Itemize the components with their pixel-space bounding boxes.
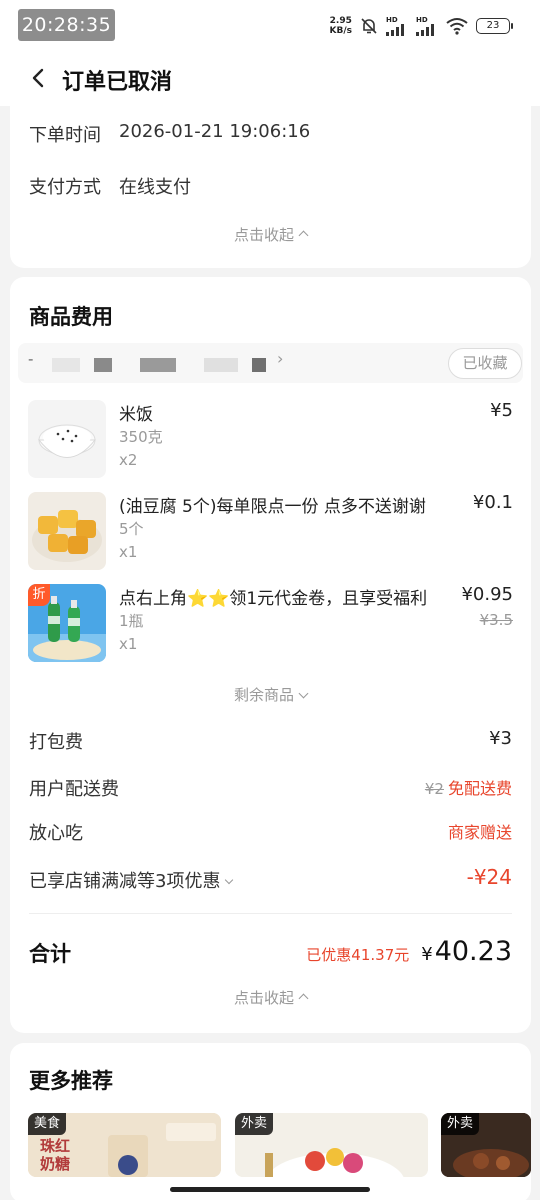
promo-summary[interactable]: 已享店铺满减等3项优惠: [29, 867, 234, 893]
mute-bell-icon: [361, 18, 377, 34]
recommend-item[interactable]: 美食 珠红奶糖: [28, 1113, 221, 1177]
delivery-fee-label: 用户配送费: [29, 779, 119, 800]
item-price: ¥5: [490, 400, 513, 421]
divider: [29, 913, 512, 914]
redacted-block: [140, 358, 176, 372]
recommend-item[interactable]: 外卖: [441, 1113, 531, 1177]
collapse-label: 点击收起: [233, 989, 294, 1007]
signal-1: HD: [386, 16, 408, 36]
item-spec: 350克: [119, 428, 163, 446]
promo-summary-label: 已享店铺满减等3项优惠: [29, 871, 221, 892]
shop-bar[interactable]: - › 已收藏: [18, 343, 523, 383]
item-qty: x1: [119, 543, 138, 561]
hd-label: HD: [386, 16, 398, 24]
delivery-fee-value: 免配送费: [447, 779, 512, 798]
back-arrow-icon[interactable]: [28, 67, 50, 89]
packing-fee-label: 打包费: [29, 732, 83, 753]
item-qty: x1: [119, 635, 138, 653]
safe-eat-label: 放心吃: [29, 823, 83, 844]
item-spec: 1瓶: [119, 612, 144, 630]
status-bar: 20:28:35 2.95 KB/s HD HD 23: [0, 0, 540, 50]
goods-card: 商品费用 - › 已收藏 米饭 350克 x2 ¥5 (油豆腐 5个)每单限点一…: [10, 277, 531, 1033]
status-time: 20:28:35: [18, 9, 115, 41]
recommend-item[interactable]: 外卖: [235, 1113, 428, 1177]
rice-image: [28, 400, 106, 478]
category-tag: 外卖: [441, 1113, 480, 1135]
network-speed-unit: KB/s: [329, 26, 352, 36]
shop-prefix: -: [28, 350, 34, 368]
favorited-button[interactable]: 已收藏: [448, 348, 522, 379]
currency-symbol: ¥: [421, 944, 433, 965]
total-value: 40.23: [434, 936, 512, 967]
payment-method-value: 在线支付: [119, 177, 191, 198]
tofu-image: [28, 492, 106, 570]
signal-bars-icon: [416, 24, 434, 36]
item-qty: x2: [119, 451, 138, 469]
chevron-up-icon: [298, 230, 309, 241]
delivery-fee: ¥2 免配送费: [425, 775, 512, 799]
category-tag: 外卖: [235, 1113, 274, 1135]
delivery-fee-original: ¥2: [424, 780, 444, 798]
order-info-card: 下单时间 2026-01-21 19:06:16 支付方式 在线支付 点击收起: [10, 98, 531, 268]
item-price: ¥0.95: [461, 584, 513, 605]
collapse-toggle[interactable]: 点击收起: [10, 224, 531, 245]
network-speed: 2.95 KB/s: [330, 16, 352, 36]
battery-icon: 23: [476, 18, 513, 34]
order-time-value: 2026-01-21 19:06:16: [119, 121, 311, 142]
order-time-label: 下单时间: [29, 125, 101, 146]
soda-image: 折: [28, 584, 106, 662]
more-items-label: 剩余商品: [233, 686, 294, 704]
item-name: 点右上角⭐⭐领1元代金卷，且享受福利: [119, 589, 428, 609]
shop-name-redacted: - ›: [28, 349, 298, 373]
list-item[interactable]: 米饭 350克 x2 ¥5: [28, 400, 513, 478]
item-spec: 5个: [119, 520, 144, 538]
safe-eat-value: 商家赠送: [447, 823, 512, 842]
more-items-toggle[interactable]: 剩余商品: [10, 684, 531, 705]
chevron-down-icon: [225, 875, 234, 885]
status-icons: 2.95 KB/s HD HD 23: [330, 14, 513, 38]
promo-value: -¥24: [466, 865, 512, 889]
recommend-title: 更多推荐: [29, 1069, 113, 1093]
packing-fee-value: ¥3: [489, 728, 512, 749]
item-name: (油豆腐 5个)每单限点一份 点多不送谢谢: [119, 497, 426, 517]
network-speed-value: 2.95: [329, 16, 352, 26]
saved-amount: 已优惠41.37元: [306, 946, 410, 964]
page-title: 订单已取消: [62, 70, 173, 95]
chevron-up-icon: [298, 993, 309, 1004]
category-tag: 美食: [28, 1113, 67, 1135]
item-name: 米饭: [119, 405, 153, 425]
redacted-block: [94, 358, 112, 372]
redacted-block: [204, 358, 238, 372]
discount-tag: 折: [28, 584, 50, 606]
list-item[interactable]: 折 点右上角⭐⭐领1元代金卷，且享受福利 1瓶 x1 ¥0.95 ¥3.5: [28, 584, 513, 662]
signal-2: HD: [416, 16, 438, 36]
signal-bars-icon: [386, 24, 404, 36]
item-original-price: ¥3.5: [479, 611, 513, 629]
home-indicator[interactable]: [170, 1187, 370, 1192]
goods-section-title: 商品费用: [29, 305, 113, 329]
redacted-block: [252, 358, 266, 372]
recommend-card: 更多推荐 美食 珠红奶糖 外卖 外卖: [10, 1043, 531, 1200]
collapse-toggle[interactable]: 点击收起: [10, 987, 531, 1008]
item-price: ¥0.1: [472, 492, 513, 513]
collapse-label: 点击收起: [233, 226, 294, 244]
chevron-down-icon: [298, 688, 309, 699]
list-item[interactable]: (油豆腐 5个)每单限点一份 点多不送谢谢 5个 x1 ¥0.1: [28, 492, 513, 570]
recommend-item-text: 珠红奶糖: [40, 1137, 71, 1173]
payment-method-label: 支付方式: [29, 177, 101, 198]
hd-label: HD: [416, 16, 428, 24]
wifi-icon: [446, 18, 468, 35]
chevron-right-icon: ›: [277, 349, 284, 368]
total-label: 合计: [29, 942, 71, 966]
total-amount: 已优惠41.37元 ¥ 40.23: [306, 936, 512, 967]
redacted-block: [52, 358, 80, 372]
